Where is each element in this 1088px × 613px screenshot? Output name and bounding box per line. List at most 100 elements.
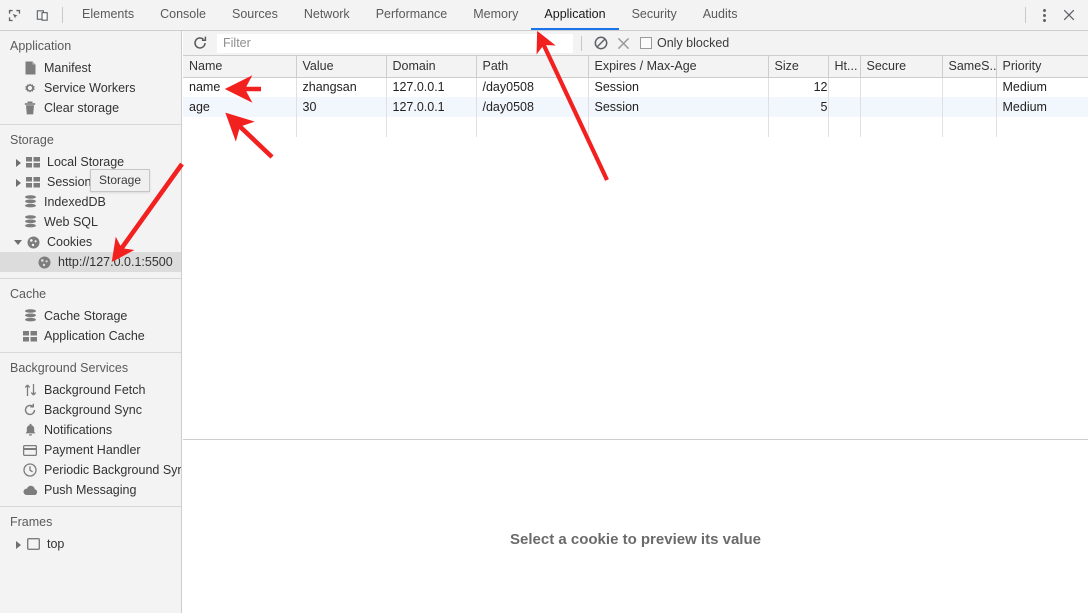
cookies-filter-toolbar: Only blocked [183,31,1088,56]
sidebar-item-label: Notifications [44,423,113,437]
preview-empty-message: Select a cookie to preview its value [510,530,761,548]
application-sidebar[interactable]: Application Manifest Service Workers Cle… [0,31,182,613]
close-icon[interactable] [1056,3,1082,27]
column-header-priority[interactable]: Priority [996,56,1088,78]
section-title-background-services: Background Services [10,361,129,375]
column-header-name[interactable]: Name [183,56,297,78]
sidebar-item-service-workers[interactable]: Service Workers [0,78,181,98]
chevron-down-icon[interactable] [14,237,24,247]
sidebar-item-label: Background Fetch [44,383,146,397]
sidebar-item-notifications[interactable]: Notifications [0,420,181,440]
vertical-dots-icon[interactable] [1032,3,1056,27]
panel-tabs: Elements Console Sources Network Perform… [69,0,750,30]
column-header-secure[interactable]: Secure [860,56,943,78]
table-row[interactable]: name zhangsan 127.0.0.1 /day0508 Session… [183,77,1088,97]
cookies-table: Name Value Domain Path Expires / Max-Age… [183,56,1088,137]
tab-label: Elements [82,7,135,21]
refresh-icon[interactable] [189,32,211,54]
chevron-right-icon[interactable] [14,177,24,187]
toolbar-divider [62,7,63,23]
clear-all-icon[interactable] [590,32,612,54]
table-row[interactable]: age 30 127.0.0.1 /day0508 Session 5 Medi… [183,97,1088,117]
sidebar-item-cookies[interactable]: Cookies [0,232,181,252]
column-header-size[interactable]: Size [768,56,829,78]
clock-icon [22,462,38,478]
sidebar-item-label: Payment Handler [44,443,141,457]
tab-performance[interactable]: Performance [363,0,461,30]
tab-memory[interactable]: Memory [460,0,531,30]
filler-cell [996,117,1088,137]
delete-x-icon[interactable] [612,32,634,54]
inspect-cursor-icon[interactable] [0,0,28,30]
sidebar-item-web-sql[interactable]: Web SQL [0,212,181,232]
sidebar-item-label: IndexedDB [44,195,106,209]
sidebar-item-periodic-background-sync[interactable]: Periodic Background Sync [0,460,181,480]
cell-samesite [942,77,997,97]
column-header-httponly[interactable]: Ht... [828,56,861,78]
column-header-value[interactable]: Value [296,56,387,78]
sidebar-item-label: Service Workers [44,81,136,95]
cell-priority: Medium [996,77,1088,97]
sidebar-item-background-fetch[interactable]: Background Fetch [0,380,181,400]
column-header-path[interactable]: Path [476,56,589,78]
sidebar-item-label: Cookies [47,235,93,249]
filler-cell [768,117,829,137]
filler-cell [183,117,297,137]
column-header-samesite[interactable]: SameS... [942,56,997,78]
checkbox-box[interactable] [640,37,652,49]
table-empty-space [183,117,1088,137]
device-toolbar-icon[interactable] [28,0,56,30]
section-title-application: Application [10,39,72,53]
chevron-right-icon[interactable] [14,157,24,167]
sidebar-item-application-cache[interactable]: Application Cache [0,326,181,346]
filler-cell [386,117,477,137]
column-header-expires[interactable]: Expires / Max-Age [588,56,769,78]
filler-cell [588,117,769,137]
filter-input[interactable] [217,33,573,53]
tab-elements[interactable]: Elements [69,0,147,30]
bell-icon [22,422,38,438]
cell-expires: Session [588,77,769,97]
sidebar-item-payment-handler[interactable]: Payment Handler [0,440,181,460]
tab-network[interactable]: Network [291,0,363,30]
cloud-icon [22,482,38,498]
chevron-right-icon[interactable] [14,539,24,549]
tab-label: Sources [231,7,278,21]
cookies-table-body: name zhangsan 127.0.0.1 /day0508 Session… [183,77,1088,137]
sidebar-item-top-frame[interactable]: top [0,534,181,554]
table-grid-icon [25,174,41,190]
tab-label: Application [544,7,606,21]
trash-icon [22,100,38,116]
sidebar-item-manifest[interactable]: Manifest [0,58,181,78]
column-header-domain[interactable]: Domain [386,56,477,78]
cell-secure [860,77,943,97]
sidebar-item-clear-storage[interactable]: Clear storage [0,98,181,118]
tab-sources[interactable]: Sources [219,0,291,30]
filler-cell [860,117,943,137]
cell-domain: 127.0.0.1 [386,97,477,117]
sidebar-item-indexeddb[interactable]: IndexedDB [0,192,181,212]
sidebar-item-cache-storage[interactable]: Cache Storage [0,306,181,326]
cookie-icon [36,254,52,270]
cell-priority: Medium [996,97,1088,117]
tab-console[interactable]: Console [147,0,219,30]
sidebar-item-background-sync[interactable]: Background Sync [0,400,181,420]
tab-label: Performance [375,7,448,21]
tab-label: Audits [702,7,738,21]
sidebar-item-push-messaging[interactable]: Push Messaging [0,480,181,500]
cookies-panel: Only blocked Name Value Domain Path Exp [183,31,1088,613]
table-grid-icon [22,328,38,344]
sidebar-item-label: Background Sync [44,403,142,417]
sidebar-item-label: Push Messaging [44,483,137,497]
section-title-frames: Frames [10,515,53,529]
tab-audits[interactable]: Audits [690,0,751,30]
only-blocked-checkbox[interactable]: Only blocked [640,36,729,50]
tab-security[interactable]: Security [619,0,690,30]
sidebar-item-label: http://127.0.0.1:5500 [58,255,173,269]
arrows-updown-icon [22,382,38,398]
sidebar-item-cookie-origin[interactable]: http://127.0.0.1:5500 [0,252,181,272]
section-title-storage: Storage [10,133,54,147]
cookies-table-area[interactable]: Name Value Domain Path Expires / Max-Age… [183,56,1088,440]
cell-httponly [828,77,861,97]
tab-application[interactable]: Application [531,0,619,30]
